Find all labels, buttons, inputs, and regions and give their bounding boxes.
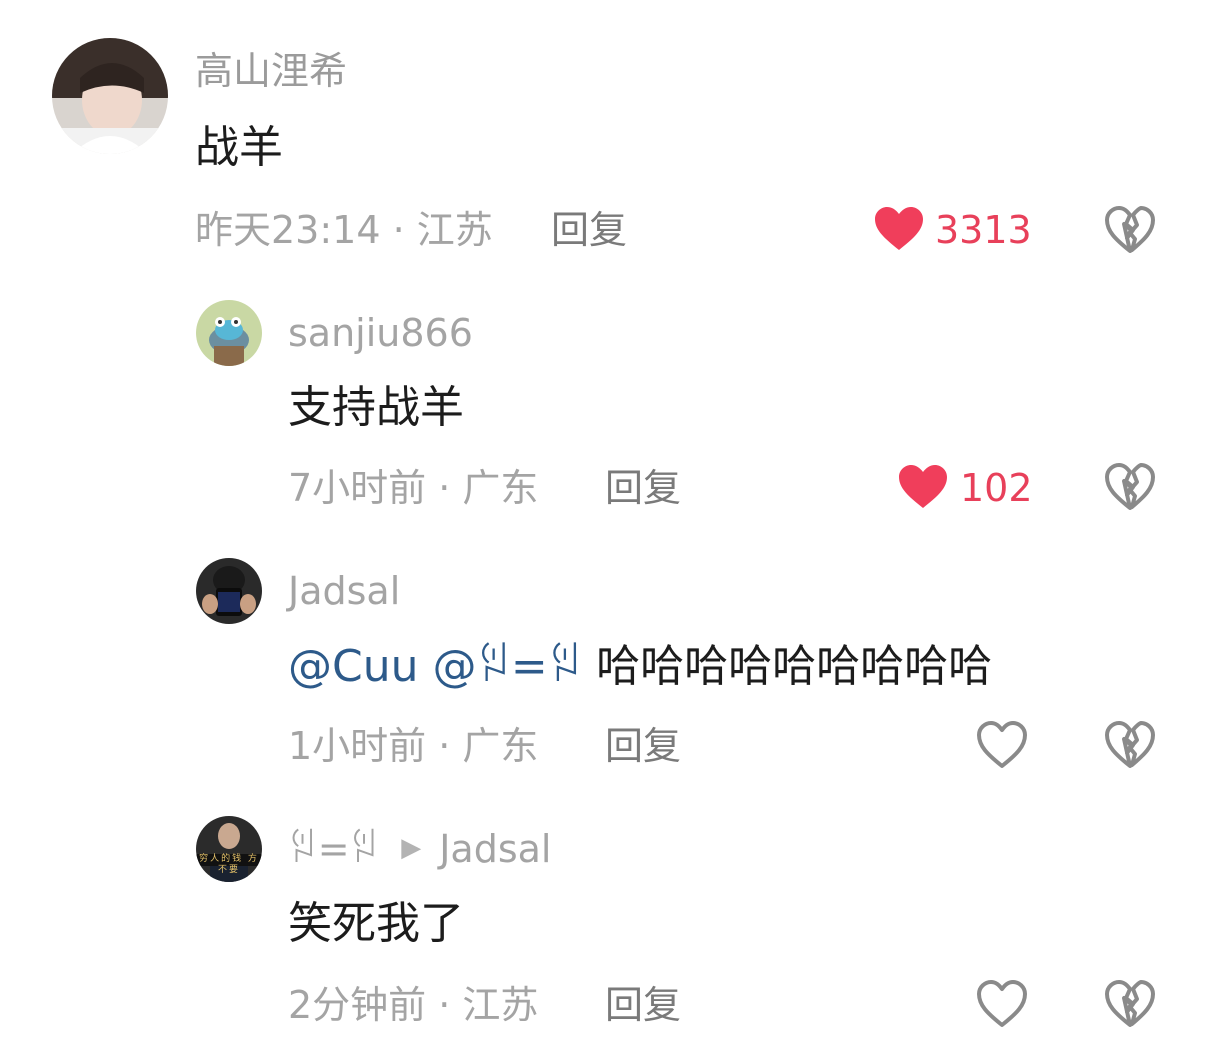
broken-heart-icon[interactable] bbox=[1104, 206, 1156, 254]
comment-meta: 1小时前 · 广东 bbox=[288, 724, 539, 768]
like-count: 3313 bbox=[935, 208, 1032, 252]
comment-username[interactable]: Jadsal bbox=[288, 572, 400, 610]
comment-meta: 2分钟前 · 江苏 bbox=[288, 983, 539, 1027]
avatar[interactable] bbox=[196, 558, 262, 624]
comment-meta: 7小时前 · 广东 bbox=[288, 466, 539, 510]
broken-heart-icon[interactable] bbox=[1104, 980, 1156, 1028]
comment-text: 支持战羊 bbox=[288, 382, 464, 433]
heart-outline-icon[interactable] bbox=[976, 980, 1028, 1028]
comment-meta: 昨天23:14 · 江苏 bbox=[195, 208, 493, 252]
avatar[interactable]: 穷人的钱 方不要 bbox=[196, 816, 262, 882]
comment-username[interactable]: sanjiu866 bbox=[288, 314, 473, 352]
heart-outline-icon[interactable] bbox=[976, 721, 1028, 769]
avatar-caption: 穷人的钱 方不要 bbox=[199, 854, 259, 875]
mention-link[interactable]: @ꇌ=ꇌ bbox=[433, 641, 583, 692]
reply-button[interactable]: 回复 bbox=[551, 211, 627, 249]
comment-text: @Cuu @ꇌ=ꇌ 哈哈哈哈哈哈哈哈哈 bbox=[288, 645, 992, 689]
comment-username[interactable]: ꇌ=ꇌ ▶ Jadsal bbox=[288, 830, 551, 868]
broken-heart-icon[interactable] bbox=[1104, 721, 1156, 769]
comment-text: 笑死我了 bbox=[288, 898, 464, 949]
comment-text-content: 哈哈哈哈哈哈哈哈哈 bbox=[596, 641, 993, 692]
reply-to-username[interactable]: Jadsal bbox=[439, 827, 551, 871]
avatar[interactable] bbox=[196, 300, 262, 366]
username[interactable]: ꇌ=ꇌ bbox=[288, 827, 379, 871]
reply-button[interactable]: 回复 bbox=[605, 986, 681, 1024]
comment-text: 战羊 bbox=[195, 122, 283, 173]
heart-icon[interactable] bbox=[874, 206, 924, 252]
comment-username[interactable]: 高山浬希 bbox=[195, 52, 347, 90]
play-triangle-icon: ▶ bbox=[401, 832, 422, 863]
reply-button[interactable]: 回复 bbox=[605, 727, 681, 765]
broken-heart-icon[interactable] bbox=[1104, 463, 1156, 511]
like-count: 102 bbox=[960, 466, 1033, 510]
reply-button[interactable]: 回复 bbox=[605, 469, 681, 507]
heart-icon[interactable] bbox=[898, 464, 948, 510]
mention-link[interactable]: @Cuu bbox=[288, 641, 419, 692]
avatar[interactable] bbox=[52, 38, 168, 154]
